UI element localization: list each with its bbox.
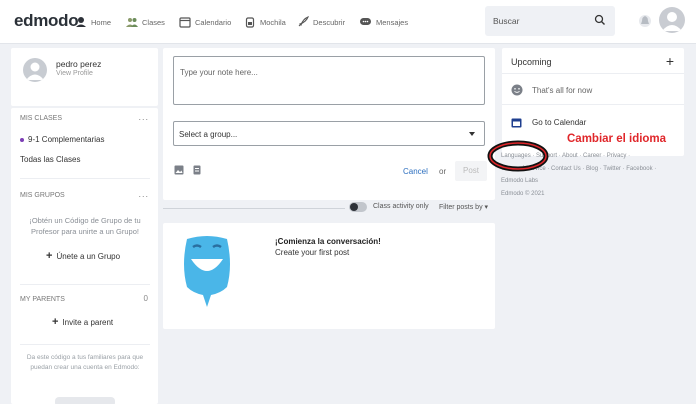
class-item[interactable]: 9-1 Complementarias [20, 135, 104, 144]
groups-more-button[interactable]: ... [138, 189, 149, 199]
class-activity-toggle[interactable] [349, 202, 367, 212]
parent-code-button[interactable] [55, 397, 115, 404]
footer-line-labs[interactable]: Edmodo Labs [501, 175, 691, 188]
search-icon[interactable] [594, 14, 606, 26]
invite-parent-button[interactable]: + Invite a parent [52, 316, 113, 328]
nav-clases[interactable]: Clases [126, 15, 165, 29]
filter-divider [163, 208, 345, 209]
annotation-label: Cambiar el idioma [567, 133, 667, 145]
profile-name[interactable]: pedro perez [56, 59, 101, 69]
groups-prompt: ¡Obtén un Código de Grupo de tu Profesor… [29, 216, 141, 236]
plus-icon: + [46, 250, 53, 262]
upcoming-title: Upcoming [511, 57, 552, 67]
parents-code-note: Da este código a tus familiares para que… [26, 354, 144, 371]
note-input[interactable]: Type your note here... [173, 56, 485, 105]
backpack-icon [245, 17, 255, 28]
divider [20, 344, 150, 345]
profile-avatar[interactable] [23, 58, 47, 82]
empty-feed-title: ¡Comienza la conversación! [275, 237, 381, 246]
mascot-icon [184, 236, 230, 307]
divider [502, 73, 684, 74]
divider [502, 104, 684, 105]
add-event-button[interactable]: + [666, 53, 674, 69]
invite-parent-label: Invite a parent [62, 317, 114, 327]
home-icon [76, 17, 86, 27]
top-navigation-bar: edmodo Home Clases Calendario Mochila De… [0, 0, 696, 44]
nav-calendario[interactable]: Calendario [179, 15, 231, 29]
go-to-calendar-link[interactable]: Go to Calendar [532, 118, 586, 127]
filter-posts-dropdown[interactable]: Filter posts by ▾ [439, 203, 488, 211]
group-select-placeholder: Select a group... [179, 130, 238, 139]
message-icon [360, 18, 371, 25]
class-color-dot [20, 137, 24, 142]
empty-feed-card: ¡Comienza la conversación! Create your f… [163, 223, 495, 329]
cancel-button[interactable]: Cancel [403, 167, 428, 176]
groups-section-title: MIS GRUPOS [20, 192, 65, 199]
user-avatar[interactable] [659, 7, 685, 33]
class-item-label: 9-1 Complementarias [28, 135, 105, 144]
all-classes-link[interactable]: Todas las Clases [20, 155, 80, 164]
calendar-icon [179, 17, 191, 28]
nav-mensajes[interactable]: Mensajes [359, 15, 408, 29]
class-activity-label: Class activity only [373, 203, 429, 210]
classes-more-button[interactable]: ... [138, 112, 149, 122]
nav-calendario-label: Calendario [195, 17, 232, 27]
group-select[interactable]: Select a group... [173, 121, 485, 146]
join-group-button[interactable]: + Únete a un Grupo [46, 250, 120, 262]
post-button[interactable]: Post [455, 161, 487, 181]
search-placeholder: Buscar [493, 16, 520, 26]
profile-card: pedro perez View Profile [11, 48, 158, 106]
file-attach-icon[interactable] [192, 165, 202, 175]
nav-descubrir-label: Descubrir [313, 17, 346, 27]
empty-feed-subtitle: Create your first post [275, 248, 350, 257]
image-attach-icon[interactable] [174, 165, 184, 175]
nav-home-label: Home [91, 17, 112, 27]
search-input[interactable]: Buscar [485, 6, 615, 36]
nav-descubrir[interactable]: Descubrir [297, 15, 345, 29]
highlight-ellipse [487, 140, 549, 172]
nav-mochila-label: Mochila [260, 17, 286, 27]
nav-clases-label: Clases [142, 17, 165, 27]
rocket-icon [298, 16, 309, 27]
notifications-icon[interactable] [638, 13, 652, 29]
nav-mensajes-label: Mensajes [376, 17, 409, 27]
plus-icon: + [52, 316, 59, 328]
nav-mochila[interactable]: Mochila [244, 15, 286, 29]
parents-section-title: MY PARENTS [20, 296, 65, 303]
divider [20, 178, 150, 179]
chevron-down-icon [469, 132, 475, 136]
nav-home[interactable]: Home [75, 15, 111, 29]
calendar-icon [511, 118, 522, 128]
or-label: or [439, 167, 447, 176]
edmodo-logo[interactable]: edmodo [14, 11, 79, 31]
parents-count: 0 [143, 294, 149, 303]
user-avatar-icon [662, 12, 682, 31]
post-composer: Type your note here... Select a group...… [163, 48, 495, 200]
classes-section-title: MIS CLASES [20, 115, 63, 122]
view-profile-link[interactable]: View Profile [56, 70, 93, 77]
upcoming-empty-text: That's all for now [532, 86, 593, 95]
join-group-label: Únete a un Grupo [56, 251, 121, 261]
profile-avatar-icon [26, 62, 44, 80]
classes-card: MIS CLASES ... 9-1 Complementarias Todas… [11, 108, 158, 404]
footer-line-copyright: Edmodo © 2021 [501, 190, 545, 197]
note-placeholder: Type your note here... [180, 68, 258, 77]
smiley-icon [511, 84, 523, 96]
all-classes-label: Todas las Clases [20, 155, 81, 164]
people-icon [126, 18, 138, 27]
divider [20, 284, 150, 285]
